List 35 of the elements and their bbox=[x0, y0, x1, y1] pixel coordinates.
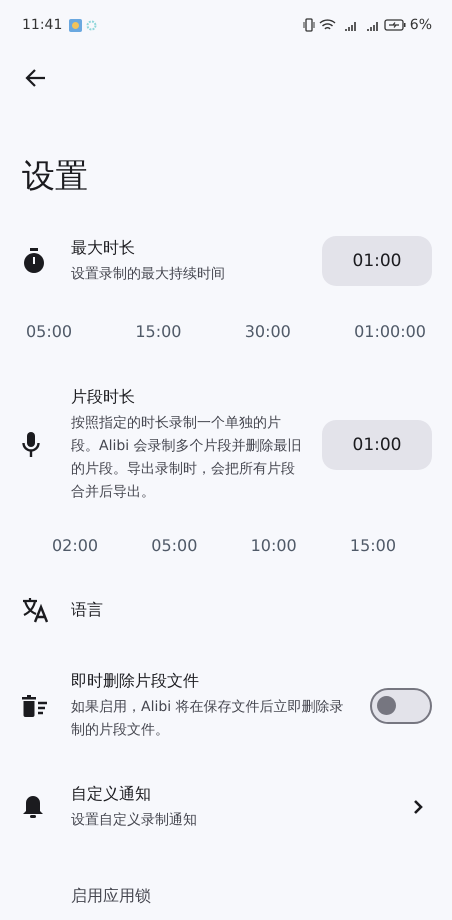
page-title: 设置 bbox=[22, 156, 89, 196]
battery-icon bbox=[384, 19, 406, 31]
preset-chip[interactable]: 05:00 bbox=[20, 318, 78, 345]
bell-icon bbox=[22, 794, 44, 820]
preset-chip[interactable]: 02:00 bbox=[46, 532, 104, 559]
wifi-icon bbox=[318, 18, 336, 32]
setting-title: 最大时长 bbox=[71, 237, 136, 259]
translate-icon bbox=[22, 597, 50, 623]
vibrate-icon bbox=[302, 18, 315, 32]
stopwatch-icon bbox=[22, 248, 46, 274]
preset-chip[interactable]: 15:00 bbox=[344, 532, 402, 559]
battery-level: 6% bbox=[410, 17, 432, 33]
setting-description: 设置自定义录制通知 bbox=[71, 811, 198, 830]
duration-button[interactable]: 01:00 bbox=[322, 236, 432, 286]
preset-chip[interactable]: 01:00:00 bbox=[348, 318, 432, 345]
setting-description: 启用应用锁 bbox=[71, 885, 152, 907]
microphone-icon bbox=[22, 432, 40, 458]
duration-button[interactable]: 01:00 bbox=[322, 420, 432, 470]
preset-chip[interactable]: 10:00 bbox=[244, 532, 303, 559]
toggle-switch[interactable] bbox=[370, 688, 432, 724]
setting-description: 按照指定的时长录制一个单独的片段。Alibi 会录制多个片段并删除最旧的片段。导出录制时，会把所有片段合并后导出。 bbox=[71, 414, 303, 502]
back-arrow-icon bbox=[24, 68, 46, 88]
preset-chip[interactable]: 05:00 bbox=[145, 532, 204, 559]
preset-chip[interactable]: 30:00 bbox=[238, 318, 297, 345]
setting-title: 片段时长 bbox=[71, 386, 136, 408]
status-time: 11:41 bbox=[22, 17, 62, 33]
setting-title: 语言 bbox=[71, 599, 104, 621]
setting-description: 设置录制的最大持续时间 bbox=[71, 265, 226, 284]
setting-title: 即时删除片段文件 bbox=[71, 670, 200, 692]
weather-icon bbox=[69, 18, 82, 32]
chevron-right-icon[interactable] bbox=[413, 799, 424, 815]
trash-list-icon bbox=[22, 694, 48, 716]
preset-chip[interactable]: 15:00 bbox=[129, 318, 188, 345]
setting-description: 如果启用，Alibi 将在保存文件后立即删除录制的片段文件。 bbox=[71, 698, 345, 740]
setting-title: 自定义通知 bbox=[71, 783, 152, 805]
